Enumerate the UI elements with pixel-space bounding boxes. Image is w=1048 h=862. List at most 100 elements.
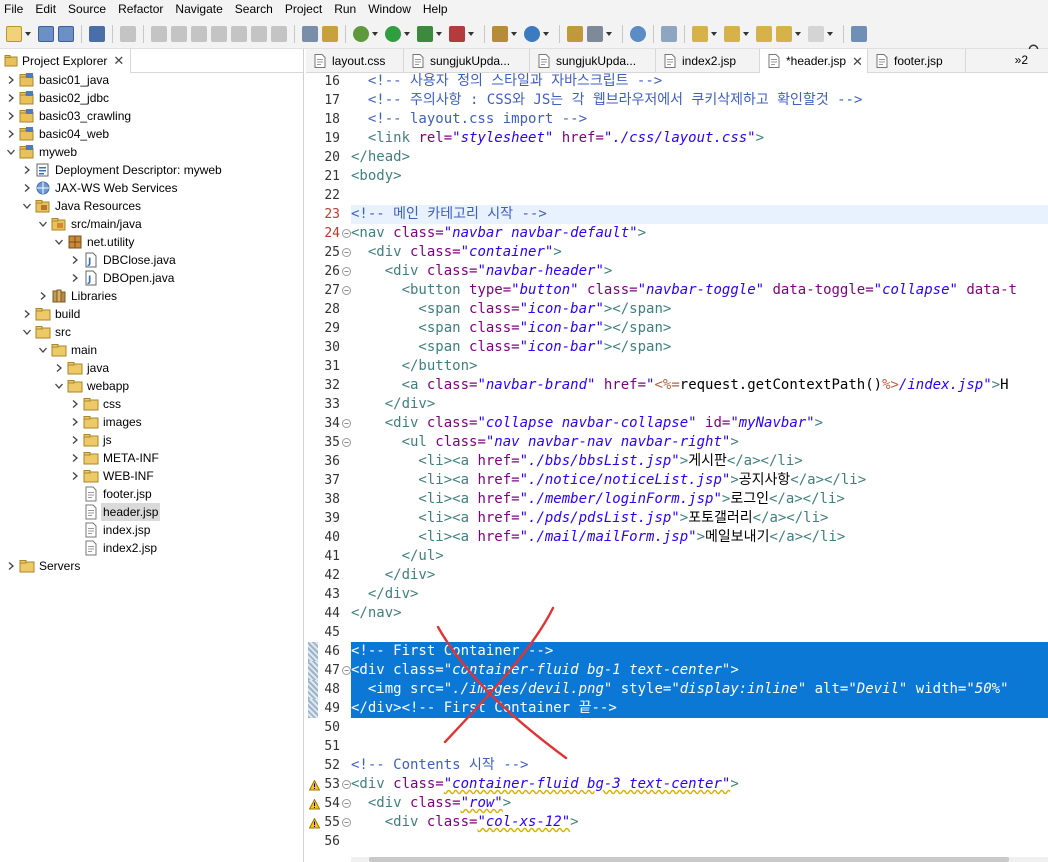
- save-icon[interactable]: [38, 25, 54, 42]
- chevron-down-icon[interactable]: [37, 344, 49, 356]
- fold-toggle-icon[interactable]: −: [342, 799, 351, 808]
- warning-icon[interactable]: [308, 816, 321, 829]
- open-console-icon[interactable]: [89, 25, 105, 42]
- tree-item[interactable]: main: [37, 341, 97, 359]
- new-class-dropdown-arrow[interactable]: [543, 31, 549, 36]
- tree-item[interactable]: src: [21, 323, 71, 341]
- search-toolbar-icon[interactable]: [661, 25, 677, 42]
- menu-refactor[interactable]: Refactor: [113, 0, 170, 19]
- last-edit-location-icon[interactable]: [756, 25, 772, 42]
- editor-tab[interactable]: index2.jsp: [656, 49, 760, 73]
- fold-toggle-icon[interactable]: −: [342, 267, 351, 276]
- chevron-right-icon[interactable]: [69, 272, 81, 284]
- tree-item[interactable]: basic01_java: [5, 71, 109, 89]
- debug-icon[interactable]: [353, 25, 369, 42]
- chevron-down-icon[interactable]: [53, 236, 65, 248]
- chevron-down-icon[interactable]: [21, 326, 33, 338]
- horizontal-scrollbar[interactable]: [351, 857, 1048, 862]
- editor-tab[interactable]: sungjukUpda...: [530, 49, 656, 73]
- menu-navigate[interactable]: Navigate: [170, 0, 229, 19]
- chevron-right-icon[interactable]: [69, 470, 81, 482]
- step-over-icon[interactable]: [251, 25, 267, 42]
- editor-tab[interactable]: layout.css: [306, 49, 404, 73]
- forward-dropdown-arrow[interactable]: [827, 31, 833, 36]
- fold-toggle-icon[interactable]: −: [342, 818, 351, 827]
- tree-item[interactable]: META-INF: [69, 449, 159, 467]
- chevron-right-icon[interactable]: [69, 434, 81, 446]
- back-dropdown-arrow[interactable]: [795, 31, 801, 36]
- menu-edit[interactable]: Edit: [30, 0, 63, 19]
- suspend-icon[interactable]: [171, 25, 187, 42]
- fold-toggle-icon[interactable]: −: [342, 419, 351, 428]
- warning-icon[interactable]: [308, 778, 321, 791]
- chevron-right-icon[interactable]: [5, 110, 17, 122]
- toggle-markers-icon[interactable]: [302, 25, 318, 42]
- tree-item[interactable]: images: [69, 413, 142, 431]
- menu-project[interactable]: Project: [280, 0, 329, 19]
- tab-overflow-button[interactable]: »2: [1015, 53, 1028, 67]
- chevron-right-icon[interactable]: [21, 182, 33, 194]
- chevron-down-icon[interactable]: [5, 146, 17, 158]
- tree-item[interactable]: Deployment Descriptor: myweb: [21, 161, 222, 179]
- skip-breakpoints-icon[interactable]: [120, 25, 136, 42]
- open-task-icon[interactable]: [587, 25, 603, 42]
- tree-item[interactable]: basic03_crawling: [5, 107, 131, 125]
- tree-item[interactable]: footer.jsp: [69, 485, 152, 503]
- tree-item[interactable]: css: [69, 395, 121, 413]
- chevron-down-icon[interactable]: [37, 218, 49, 230]
- fold-toggle-icon[interactable]: −: [342, 229, 351, 238]
- editor-tab[interactable]: sungjukUpda...: [404, 49, 530, 73]
- new-java-project-icon[interactable]: [492, 25, 508, 42]
- menu-source[interactable]: Source: [63, 0, 113, 19]
- code-area[interactable]: <!-- 사용자 정의 스타일과 자바스크립트 --> <!-- 주의사항 : …: [351, 73, 1048, 862]
- disconnect-icon[interactable]: [211, 25, 227, 42]
- next-annotation-icon[interactable]: [692, 25, 708, 42]
- new-icon[interactable]: [6, 25, 22, 42]
- globe-icon[interactable]: [630, 25, 646, 42]
- project-explorer-tab[interactable]: Project Explorer ✕: [0, 48, 132, 73]
- resume-icon[interactable]: [151, 25, 167, 42]
- fold-toggle-icon[interactable]: −: [342, 666, 351, 675]
- chevron-right-icon[interactable]: [69, 398, 81, 410]
- chevron-right-icon[interactable]: [5, 560, 17, 572]
- tree-item[interactable]: js: [69, 431, 112, 449]
- previous-annotation-icon[interactable]: [724, 25, 740, 42]
- tree-item[interactable]: build: [21, 305, 80, 323]
- fold-toggle-icon[interactable]: −: [342, 248, 351, 257]
- tree-item[interactable]: index2.jsp: [69, 539, 157, 557]
- step-into-icon[interactable]: [231, 25, 247, 42]
- warning-icon[interactable]: [308, 797, 321, 810]
- tree-item[interactable]: net.utility: [53, 233, 134, 251]
- chevron-right-icon[interactable]: [5, 128, 17, 140]
- chevron-right-icon[interactable]: [5, 74, 17, 86]
- open-task-dropdown-arrow[interactable]: [606, 31, 612, 36]
- fold-toggle-icon[interactable]: −: [342, 286, 351, 295]
- next-annotation-dropdown-arrow[interactable]: [711, 31, 717, 36]
- forward-icon[interactable]: [808, 25, 824, 42]
- open-perspective-icon[interactable]: [851, 25, 867, 42]
- chevron-right-icon[interactable]: [21, 164, 33, 176]
- tree-item[interactable]: basic04_web: [5, 125, 109, 143]
- external-tools-dropdown-arrow[interactable]: [468, 31, 474, 36]
- build-icon[interactable]: [322, 25, 338, 42]
- new-java-project-dropdown-arrow[interactable]: [511, 31, 517, 36]
- tree-item[interactable]: basic02_jdbc: [5, 89, 109, 107]
- tree-item[interactable]: header.jsp: [69, 503, 161, 521]
- chevron-right-icon[interactable]: [69, 416, 81, 428]
- tree-item[interactable]: Java Resources: [21, 197, 141, 215]
- scrollbar-thumb[interactable]: [369, 857, 1009, 862]
- menu-window[interactable]: Window: [363, 0, 418, 19]
- editor-tab[interactable]: *header.jsp ✕: [760, 49, 868, 73]
- tree-item[interactable]: myweb: [5, 143, 77, 161]
- coverage-dropdown-arrow[interactable]: [436, 31, 442, 36]
- coverage-icon[interactable]: [417, 25, 433, 42]
- previous-annotation-dropdown-arrow[interactable]: [743, 31, 749, 36]
- close-icon[interactable]: ✕: [113, 54, 124, 67]
- menu-run[interactable]: Run: [329, 0, 363, 19]
- save-all-icon[interactable]: [58, 25, 74, 42]
- chevron-down-icon[interactable]: [53, 380, 65, 392]
- back-icon[interactable]: [776, 25, 792, 42]
- fold-toggle-icon[interactable]: −: [342, 780, 351, 789]
- menu-help[interactable]: Help: [418, 0, 455, 19]
- chevron-right-icon[interactable]: [53, 362, 65, 374]
